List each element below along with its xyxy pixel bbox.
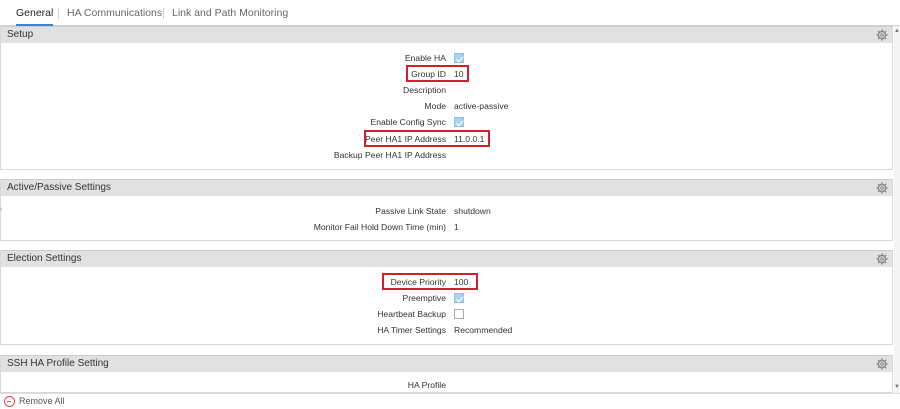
minus-circle-icon xyxy=(4,396,15,407)
peer-ha1-highlight xyxy=(364,130,490,147)
panel-title: Active/Passive Settings xyxy=(7,182,111,193)
remove-all-label: Remove All xyxy=(19,396,65,406)
panel-title: Election Settings xyxy=(7,253,82,264)
description-row: Description xyxy=(1,84,894,98)
heartbeat-checkbox[interactable] xyxy=(454,309,464,319)
election-panel-header: Election Settings xyxy=(1,250,892,267)
ha-timer-row: HA Timer Settings Recommended xyxy=(1,324,894,338)
backup-peer-row: Backup Peer HA1 IP Address xyxy=(1,149,894,163)
config-sync-row: Enable Config Sync xyxy=(1,116,894,130)
ha-timer-value[interactable]: Recommended xyxy=(454,325,512,335)
tab-ha-communications[interactable]: HA Communications xyxy=(67,0,162,26)
tab-bar: General HA Communications Link and Path … xyxy=(0,0,900,26)
setup-panel: Setup Enable HA Group ID 10 Description … xyxy=(0,26,893,170)
heartbeat-label: Heartbeat Backup xyxy=(377,309,446,319)
device-priority-highlight xyxy=(382,273,478,290)
footer-bar: Remove All xyxy=(0,393,900,409)
tab-general[interactable]: General xyxy=(16,0,54,26)
vertical-scrollbar[interactable]: ▲ ▼ xyxy=(894,26,900,393)
setup-panel-header: Setup xyxy=(1,26,892,43)
panel-title: SSH HA Profile Setting xyxy=(7,358,109,369)
group-id-highlight xyxy=(406,65,469,82)
hold-down-row: Monitor Fail Hold Down Time (min) 1 xyxy=(1,221,894,235)
hold-down-value[interactable]: 1 xyxy=(454,222,459,232)
ha-profile-label: HA Profile xyxy=(407,380,446,390)
gear-icon[interactable] xyxy=(876,253,888,265)
ssh-profile-panel: SSH HA Profile Setting HA Profile xyxy=(0,355,893,393)
ssh-profile-panel-header: SSH HA Profile Setting xyxy=(1,355,892,372)
collapse-handle-icon[interactable]: ‹ xyxy=(0,206,3,213)
active-passive-panel: Active/Passive Settings Passive Link Sta… xyxy=(0,179,893,241)
gear-icon[interactable] xyxy=(876,29,888,41)
enable-ha-label: Enable HA xyxy=(404,53,446,63)
preemptive-label: Preemptive xyxy=(402,293,446,303)
config-sync-label: Enable Config Sync xyxy=(370,117,446,127)
config-sync-checkbox[interactable] xyxy=(454,117,464,127)
heartbeat-row: Heartbeat Backup xyxy=(1,308,894,322)
passive-link-row: Passive Link State shutdown xyxy=(1,205,894,219)
preemptive-row: Preemptive xyxy=(1,292,894,306)
ha-profile-row: HA Profile xyxy=(1,379,894,393)
scroll-down-icon[interactable]: ▼ xyxy=(894,384,900,390)
scroll-up-icon[interactable]: ▲ xyxy=(894,28,900,34)
enable-ha-row: Enable HA xyxy=(1,52,894,66)
tab-separator xyxy=(58,8,59,19)
description-label: Description xyxy=(403,85,446,95)
mode-value[interactable]: active-passive xyxy=(454,101,508,111)
ha-timer-label: HA Timer Settings xyxy=(377,325,446,335)
tab-separator xyxy=(163,8,164,19)
active-passive-panel-header: Active/Passive Settings xyxy=(1,179,892,196)
backup-peer-label: Backup Peer HA1 IP Address xyxy=(333,150,446,160)
passive-link-value[interactable]: shutdown xyxy=(454,206,491,216)
passive-link-label: Passive Link State xyxy=(375,206,446,216)
enable-ha-checkbox[interactable] xyxy=(454,53,464,63)
gear-icon[interactable] xyxy=(876,182,888,194)
mode-row: Mode active-passive xyxy=(1,100,894,114)
gear-icon[interactable] xyxy=(876,358,888,370)
tab-link-and-path-monitoring[interactable]: Link and Path Monitoring xyxy=(172,0,288,26)
hold-down-label: Monitor Fail Hold Down Time (min) xyxy=(313,222,446,232)
panel-title: Setup xyxy=(7,29,34,40)
preemptive-checkbox[interactable] xyxy=(454,293,464,303)
mode-label: Mode xyxy=(424,101,447,111)
election-panel: Election Settings Device Priority 100 Pr… xyxy=(0,250,893,345)
